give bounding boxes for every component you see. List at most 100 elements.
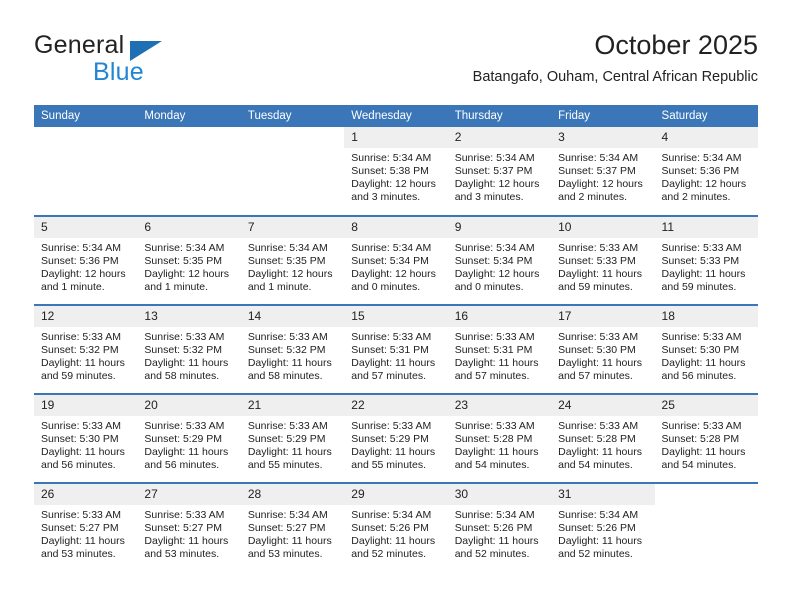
daylight-text: Daylight: 12 hours [351, 178, 436, 191]
daylight-text: and 57 minutes. [454, 370, 530, 383]
calendar-day-cell[interactable]: 25 Sunrise: 5:33 AM Sunset: 5:28 PM Dayligh… [654, 393, 758, 483]
calendar-day-cell[interactable]: 27 Sunrise: 5:33 AM Sunset: 5:27 PM Dayligh… [137, 482, 241, 572]
calendar-day-cell[interactable]: 23 Sunrise: 5:33 AM Sunset: 5:28 PM Dayligh… [447, 393, 552, 483]
sunrise-text: Sunrise: 5:33 AM [558, 242, 639, 254]
sunset-text: Sunset: 5:26 PM [351, 522, 429, 535]
calendar-day-cell[interactable]: 2 Sunrise: 5:34 AM Sunset: 5:37 PM Daylight… [447, 127, 552, 216]
calendar-day-cell[interactable]: 8 Sunrise: 5:34 AM Sunset: 5:34 PM Daylight… [344, 215, 448, 305]
day-details: Sunrise: 5:34 AM Sunset: 5:35 PM Daylight:… [241, 238, 344, 294]
calendar-day-cell[interactable]: 18 Sunrise: 5:33 AM Sunset: 5:30 PM Dayligh… [654, 304, 758, 394]
sunset-text: Sunset: 5:28 PM [661, 433, 740, 446]
calendar-day-cell-empty [34, 127, 138, 216]
calendar-day-cell[interactable]: 9 Sunrise: 5:34 AM Sunset: 5:34 PM Daylight… [447, 215, 552, 305]
calendar-day-cell[interactable]: 11 Sunrise: 5:33 AM Sunset: 5:33 PM Dayligh… [654, 215, 758, 305]
sunrise-text: Sunrise: 5:33 AM [454, 420, 535, 432]
day-details: Sunrise: 5:33 AM Sunset: 5:30 PM Daylight:… [551, 327, 654, 383]
day-cell-inner [34, 127, 138, 215]
daylight-text: Daylight: 12 hours [661, 178, 747, 191]
daylight-text: and 59 minutes. [41, 370, 116, 383]
daylight-text: and 52 minutes. [558, 548, 633, 561]
calendar-day-cell[interactable]: 26 Sunrise: 5:33 AM Sunset: 5:27 PM Dayligh… [34, 482, 138, 572]
day-cell-inner: 23 Sunrise: 5:33 AM Sunset: 5:28 PM Dayligh… [447, 395, 552, 482]
calendar-day-cell[interactable]: 22 Sunrise: 5:33 AM Sunset: 5:29 PM Dayligh… [344, 393, 448, 483]
day-details: Sunrise: 5:34 AM Sunset: 5:36 PM Daylight:… [34, 238, 137, 294]
daylight-text: Daylight: 11 hours [661, 357, 746, 370]
daylight-text: Daylight: 11 hours [661, 446, 746, 459]
day-cell-inner: 28 Sunrise: 5:34 AM Sunset: 5:27 PM Dayligh… [240, 484, 345, 572]
daylight-text: and 54 minutes. [454, 459, 530, 472]
sunrise-text: Sunrise: 5:34 AM [454, 509, 535, 521]
day-details: Sunrise: 5:33 AM Sunset: 5:33 PM Daylight:… [655, 238, 758, 294]
daylight-text: Daylight: 11 hours [558, 535, 642, 548]
day-number: 7 [240, 217, 345, 238]
daylight-text: and 53 minutes. [144, 548, 220, 561]
daylight-text: and 1 minute. [41, 281, 105, 294]
calendar-day-cell[interactable]: 12 Sunrise: 5:33 AM Sunset: 5:32 PM Dayligh… [34, 304, 138, 394]
calendar-day-cell[interactable]: 7 Sunrise: 5:34 AM Sunset: 5:35 PM Daylight… [240, 215, 345, 305]
calendar-day-cell[interactable]: 1 Sunrise: 5:34 AM Sunset: 5:38 PM Daylight… [344, 127, 448, 216]
calendar-day-cell[interactable]: 15 Sunrise: 5:33 AM Sunset: 5:31 PM Dayligh… [344, 304, 448, 394]
sunrise-text: Sunrise: 5:33 AM [661, 242, 742, 254]
logo-text-general: General [34, 31, 125, 59]
daylight-text: and 56 minutes. [41, 459, 116, 472]
calendar-day-cell[interactable]: 20 Sunrise: 5:33 AM Sunset: 5:29 PM Dayligh… [137, 393, 241, 483]
sunrise-text: Sunrise: 5:33 AM [558, 420, 639, 432]
calendar-day-cell[interactable]: 5 Sunrise: 5:34 AM Sunset: 5:36 PM Daylight… [34, 215, 138, 305]
sunset-text: Sunset: 5:34 PM [454, 255, 533, 268]
sunrise-text: Sunrise: 5:33 AM [144, 331, 225, 343]
daylight-text: and 57 minutes. [351, 370, 426, 383]
day-number: 22 [344, 395, 448, 416]
day-details: Sunrise: 5:33 AM Sunset: 5:32 PM Daylight:… [34, 327, 137, 383]
general-blue-logo[interactable]: General Blue [34, 31, 244, 91]
calendar-day-cell[interactable]: 14 Sunrise: 5:33 AM Sunset: 5:32 PM Dayligh… [240, 304, 345, 394]
sunset-text: Sunset: 5:26 PM [558, 522, 636, 535]
calendar-day-cell[interactable]: 17 Sunrise: 5:33 AM Sunset: 5:30 PM Dayligh… [551, 304, 655, 394]
day-number: 31 [551, 484, 655, 505]
daylight-text: and 58 minutes. [247, 370, 323, 383]
sunset-text: Sunset: 5:27 PM [41, 522, 119, 535]
daylight-text: Daylight: 11 hours [454, 357, 539, 370]
day-details: Sunrise: 5:33 AM Sunset: 5:29 PM Daylight:… [241, 416, 344, 472]
sunset-text: Sunset: 5:29 PM [351, 433, 429, 446]
calendar-day-cell[interactable]: 3 Sunrise: 5:34 AM Sunset: 5:37 PM Daylight… [551, 127, 655, 216]
day-cell-inner: 26 Sunrise: 5:33 AM Sunset: 5:27 PM Dayligh… [34, 484, 138, 572]
daylight-text: Daylight: 11 hours [144, 357, 229, 370]
sunrise-text: Sunrise: 5:34 AM [454, 242, 535, 254]
calendar-day-cell[interactable]: 28 Sunrise: 5:34 AM Sunset: 5:27 PM Dayligh… [240, 482, 345, 572]
day-details: Sunrise: 5:34 AM Sunset: 5:36 PM Daylight:… [655, 148, 758, 204]
calendar-day-cell[interactable]: 16 Sunrise: 5:33 AM Sunset: 5:31 PM Dayligh… [447, 304, 552, 394]
day-details: Sunrise: 5:33 AM Sunset: 5:30 PM Daylight:… [34, 416, 137, 472]
calendar-day-cell[interactable]: 21 Sunrise: 5:33 AM Sunset: 5:29 PM Dayligh… [240, 393, 345, 483]
daylight-text: Daylight: 12 hours [247, 268, 333, 281]
day-cell-inner: 25 Sunrise: 5:33 AM Sunset: 5:28 PM Dayligh… [654, 395, 758, 482]
weekday-header-thursday: Thursday [447, 105, 552, 127]
weekday-header-tuesday: Tuesday [240, 105, 345, 127]
day-details: Sunrise: 5:33 AM Sunset: 5:27 PM Daylight:… [34, 505, 137, 561]
weekday-header-wednesday: Wednesday [344, 105, 448, 127]
day-number: 4 [654, 127, 758, 148]
calendar-day-cell[interactable]: 4 Sunrise: 5:34 AM Sunset: 5:36 PM Daylight… [654, 127, 758, 216]
day-number: 12 [34, 306, 138, 327]
daylight-text: and 57 minutes. [558, 370, 633, 383]
day-details: Sunrise: 5:34 AM Sunset: 5:34 PM Daylight:… [344, 238, 447, 294]
calendar-day-cell[interactable]: 19 Sunrise: 5:33 AM Sunset: 5:30 PM Dayligh… [34, 393, 138, 483]
daylight-text: Daylight: 12 hours [454, 268, 540, 281]
calendar-day-cell[interactable]: 6 Sunrise: 5:34 AM Sunset: 5:35 PM Daylight… [137, 215, 241, 305]
day-number: 29 [344, 484, 448, 505]
sunrise-text: Sunrise: 5:34 AM [558, 509, 639, 521]
day-number: 20 [137, 395, 241, 416]
calendar-day-cell[interactable]: 30 Sunrise: 5:34 AM Sunset: 5:26 PM Dayligh… [447, 482, 552, 572]
sunrise-text: Sunrise: 5:33 AM [454, 331, 535, 343]
calendar-day-cell[interactable]: 29 Sunrise: 5:34 AM Sunset: 5:26 PM Dayligh… [344, 482, 448, 572]
calendar-day-cell[interactable]: 24 Sunrise: 5:33 AM Sunset: 5:28 PM Dayligh… [551, 393, 655, 483]
sunset-text: Sunset: 5:33 PM [661, 255, 740, 268]
day-cell-inner: 3 Sunrise: 5:34 AM Sunset: 5:37 PM Daylight… [551, 127, 655, 215]
day-cell-inner: 18 Sunrise: 5:33 AM Sunset: 5:30 PM Dayligh… [654, 306, 758, 393]
calendar-day-cell[interactable]: 13 Sunrise: 5:33 AM Sunset: 5:32 PM Dayligh… [137, 304, 241, 394]
day-number: 6 [137, 217, 241, 238]
daylight-text: and 56 minutes. [661, 370, 737, 383]
daylight-text: Daylight: 12 hours [41, 268, 126, 281]
calendar-day-cell[interactable]: 31 Sunrise: 5:34 AM Sunset: 5:26 PM Dayligh… [551, 482, 655, 572]
day-cell-inner: 22 Sunrise: 5:33 AM Sunset: 5:29 PM Dayligh… [344, 395, 448, 482]
calendar-day-cell[interactable]: 10 Sunrise: 5:33 AM Sunset: 5:33 PM Dayligh… [551, 215, 655, 305]
